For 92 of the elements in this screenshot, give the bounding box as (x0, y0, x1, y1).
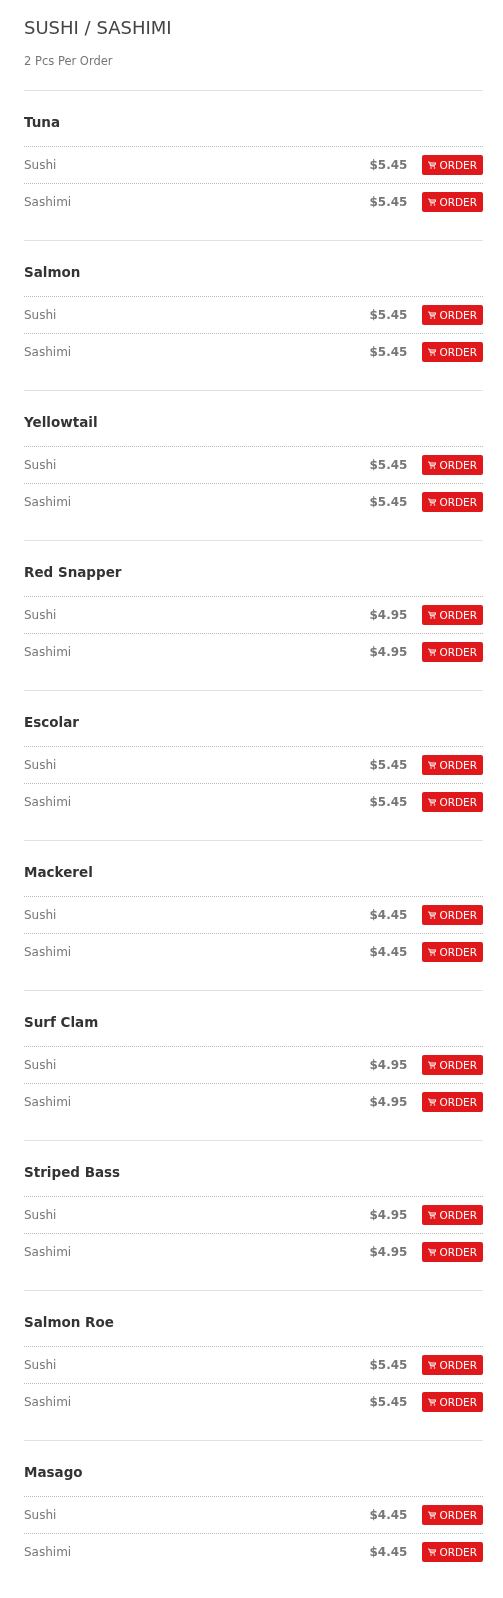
item-name: Salmon (24, 263, 82, 282)
order-button[interactable]: ORDER (422, 1242, 483, 1262)
price: $5.45 (369, 345, 408, 359)
order-button[interactable]: ORDER (422, 1055, 483, 1075)
item-name: Striped Bass (24, 1163, 122, 1182)
order-button[interactable]: ORDER (422, 755, 483, 775)
option-label: Sashimi (24, 195, 73, 209)
cart-icon (428, 648, 437, 656)
price: $5.45 (369, 758, 408, 772)
cart-icon (428, 948, 437, 956)
order-button[interactable]: ORDER (422, 1355, 483, 1375)
item-name: Masago (24, 1463, 84, 1482)
order-button[interactable]: ORDER (422, 455, 483, 475)
cart-icon (428, 348, 437, 356)
price: $5.45 (369, 158, 408, 172)
cart-icon (428, 161, 437, 169)
item-name: Surf Clam (24, 1013, 100, 1032)
order-button[interactable]: ORDER (422, 942, 483, 962)
cart-icon (428, 1548, 437, 1556)
price: $5.45 (369, 308, 408, 322)
price: $4.45 (369, 945, 408, 959)
cart-icon (428, 1211, 437, 1219)
option-label: Sushi (24, 308, 58, 322)
price: $5.45 (369, 1395, 408, 1409)
order-button[interactable]: ORDER (422, 305, 483, 325)
price: $5.45 (369, 195, 408, 209)
option-label: Sashimi (24, 345, 73, 359)
option-label: Sushi (24, 908, 58, 922)
cart-icon (428, 1511, 437, 1519)
price: $4.95 (369, 608, 408, 622)
order-button[interactable]: ORDER (422, 1205, 483, 1225)
price: $5.45 (369, 795, 408, 809)
option-label: Sushi (24, 608, 58, 622)
cart-icon (428, 198, 437, 206)
order-button[interactable]: ORDER (422, 192, 483, 212)
item-name: Tuna (24, 113, 62, 132)
price: $4.95 (369, 1095, 408, 1109)
item-name: Salmon Roe (24, 1313, 115, 1332)
order-button[interactable]: ORDER (422, 155, 483, 175)
option-label: Sushi (24, 158, 58, 172)
option-label: Sashimi (24, 945, 73, 959)
option-label: Sashimi (24, 1245, 73, 1259)
option-label: Sashimi (24, 1395, 73, 1409)
option-label: Sushi (24, 758, 58, 772)
cart-icon (428, 498, 437, 506)
order-button[interactable]: ORDER (422, 1092, 483, 1112)
cart-icon (428, 1098, 437, 1106)
cart-icon (428, 911, 437, 919)
option-label: Sashimi (24, 495, 73, 509)
order-button[interactable]: ORDER (422, 605, 483, 625)
price: $5.45 (369, 458, 408, 472)
order-button[interactable]: ORDER (422, 905, 483, 925)
price: $4.45 (369, 1508, 408, 1522)
order-button[interactable]: ORDER (422, 492, 483, 512)
option-label: Sashimi (24, 645, 73, 659)
option-label: Sashimi (24, 1095, 73, 1109)
cart-icon (428, 311, 437, 319)
price: $4.95 (369, 1245, 408, 1259)
cart-icon (428, 761, 437, 769)
price: $4.45 (369, 908, 408, 922)
cart-icon (428, 798, 437, 806)
order-button[interactable]: ORDER (422, 792, 483, 812)
cart-icon (428, 611, 437, 619)
option-label: Sashimi (24, 795, 73, 809)
cart-icon (428, 1248, 437, 1256)
item-name: Yellowtail (24, 413, 99, 432)
cart-icon (428, 1061, 437, 1069)
cart-icon (428, 461, 437, 469)
price: $4.95 (369, 1058, 408, 1072)
option-label: Sushi (24, 1058, 58, 1072)
order-button[interactable]: ORDER (422, 1505, 483, 1525)
price: $4.95 (369, 645, 408, 659)
order-button[interactable]: ORDER (422, 342, 483, 362)
option-label: Sushi (24, 1358, 58, 1372)
option-label: Sushi (24, 1208, 58, 1222)
option-label: Sushi (24, 1508, 58, 1522)
cart-icon (428, 1361, 437, 1369)
option-label: Sashimi (24, 1545, 73, 1559)
order-button[interactable]: ORDER (422, 642, 483, 662)
item-name: Escolar (24, 713, 80, 732)
price: $5.45 (369, 495, 408, 509)
option-label: Sushi (24, 458, 58, 472)
price: $4.95 (369, 1208, 408, 1222)
item-name: Mackerel (24, 863, 94, 882)
order-button[interactable]: ORDER (422, 1392, 483, 1412)
order-button[interactable]: ORDER (422, 1542, 483, 1562)
price: $5.45 (369, 1358, 408, 1372)
menu-subtitle: 2 Pcs Per Order (24, 53, 114, 70)
menu-title: SUSHI / SASHIMI (24, 16, 173, 40)
cart-icon (428, 1398, 437, 1406)
item-name: Red Snapper (24, 563, 123, 582)
price: $4.45 (369, 1545, 408, 1559)
